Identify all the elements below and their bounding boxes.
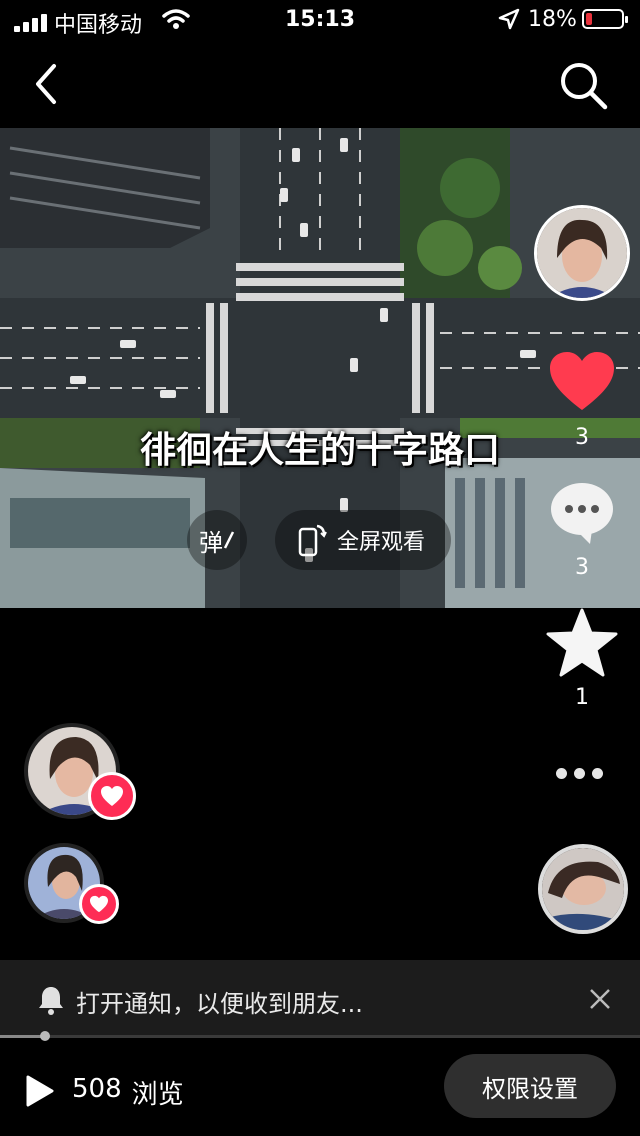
bell-icon bbox=[39, 987, 63, 1015]
progress-handle[interactable] bbox=[39, 1031, 50, 1041]
notification-text: 打开通知，以便收到朋友... bbox=[76, 990, 363, 1018]
avatar-portrait bbox=[537, 208, 627, 298]
rotate-phone-icon bbox=[298, 524, 327, 557]
view-count: 508 浏览 bbox=[72, 1074, 184, 1111]
heart-icon bbox=[101, 786, 123, 806]
fullscreen-button[interactable]: 全屏观看 bbox=[275, 510, 451, 570]
fullscreen-label: 全屏观看 bbox=[337, 530, 426, 555]
more-options-icon[interactable] bbox=[556, 768, 603, 779]
danmu-slash-icon bbox=[223, 531, 235, 549]
liked-heart-badge bbox=[79, 884, 119, 924]
star-favorite-icon[interactable] bbox=[546, 608, 618, 678]
heart-like-icon[interactable] bbox=[548, 350, 616, 414]
danmu-label: 弹 bbox=[199, 528, 223, 557]
comment-bubble-icon[interactable] bbox=[548, 480, 616, 546]
view-count-label: 浏览 bbox=[131, 1080, 184, 1110]
like-count: 3 bbox=[575, 425, 589, 450]
back-chevron-icon[interactable] bbox=[22, 60, 70, 108]
view-count-number: 508 bbox=[72, 1074, 122, 1104]
video-caption: 徘徊在人生的十字路口 bbox=[139, 429, 500, 471]
close-icon[interactable] bbox=[587, 986, 613, 1012]
permission-settings-button[interactable]: 权限设置 bbox=[444, 1054, 616, 1118]
battery-percent: 18% bbox=[528, 7, 577, 32]
comment-count: 3 bbox=[575, 555, 589, 580]
video-player[interactable]: 徘徊在人生的十字路口 弹 全屏观看 bbox=[0, 128, 640, 608]
heart-icon bbox=[90, 895, 108, 913]
danmu-toggle-button[interactable]: 弹 bbox=[187, 510, 247, 570]
avatar-portrait bbox=[542, 848, 624, 930]
notification-banner[interactable]: 打开通知，以便收到朋友... bbox=[0, 960, 640, 1038]
status-bar: 中国移动 15:13 18% bbox=[0, 0, 640, 44]
location-arrow-icon bbox=[498, 8, 520, 30]
author-avatar[interactable] bbox=[534, 205, 630, 301]
liked-heart-badge bbox=[88, 772, 136, 820]
video-progress-bar[interactable] bbox=[0, 1031, 640, 1041]
search-icon[interactable] bbox=[556, 58, 610, 112]
play-icon bbox=[26, 1075, 54, 1107]
battery-icon bbox=[582, 9, 628, 29]
progress-fill bbox=[0, 1035, 45, 1038]
favorite-count: 1 bbox=[575, 685, 589, 710]
music-disc-avatar[interactable] bbox=[538, 844, 628, 934]
